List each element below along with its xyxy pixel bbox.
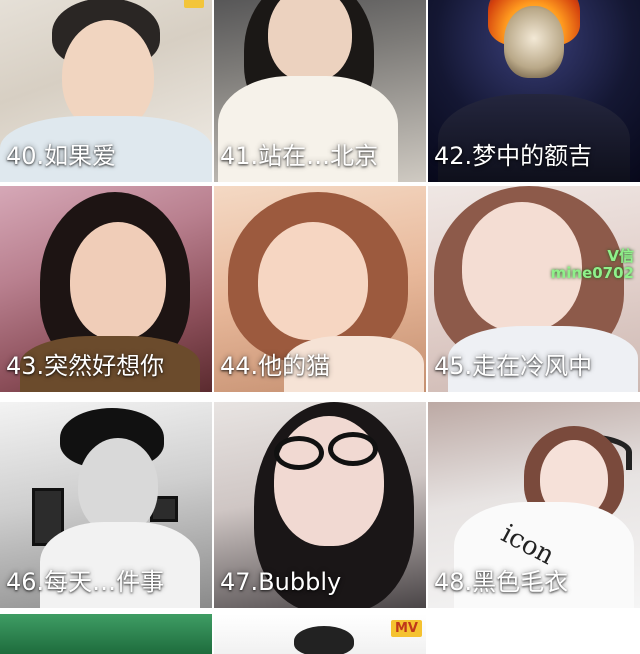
song-title: 42.梦中的额吉 (434, 142, 593, 170)
song-title: 41.站在…北京 (220, 142, 379, 170)
song-title: 48.黑色毛衣 (434, 568, 569, 596)
crown-icon (184, 0, 204, 8)
wechat-id: mine0702 (550, 264, 634, 283)
song-title: 40.如果爱 (6, 142, 117, 170)
song-grid: 40.如果爱 41.站在…北京 42.梦中的额吉 43.突然好想你 44.他的猫 (0, 0, 640, 654)
song-tile-41[interactable]: 41.站在…北京 (214, 0, 426, 182)
song-tile-42[interactable]: 42.梦中的额吉 (428, 0, 640, 182)
song-tile-44[interactable]: 44.他的猫 (214, 186, 426, 392)
song-title: 44.他的猫 (220, 352, 331, 380)
song-title: 47.Bubbly (220, 568, 342, 596)
song-cover-49 (0, 614, 212, 654)
song-tile-47[interactable]: 47.Bubbly (214, 402, 426, 608)
song-title: 45.走在冷风中 (434, 352, 593, 380)
song-tile-49[interactable] (0, 614, 212, 654)
song-tile-50[interactable]: MV (214, 614, 426, 654)
song-title: 43.突然好想你 (6, 352, 165, 380)
song-title: 46.每天…件事 (6, 568, 165, 596)
mv-badge: MV (391, 620, 422, 637)
song-tile-43[interactable]: 43.突然好想你 (0, 186, 212, 392)
song-tile-40[interactable]: 40.如果爱 (0, 0, 212, 182)
song-tile-48[interactable]: icon 48.黑色毛衣 (428, 402, 640, 608)
wechat-label: V信 (607, 247, 634, 265)
song-tile-46[interactable]: 46.每天…件事 (0, 402, 212, 608)
song-tile-45[interactable]: V信 mine0702 45.走在冷风中 (428, 186, 640, 392)
wechat-watermark: V信 mine0702 (550, 247, 634, 283)
